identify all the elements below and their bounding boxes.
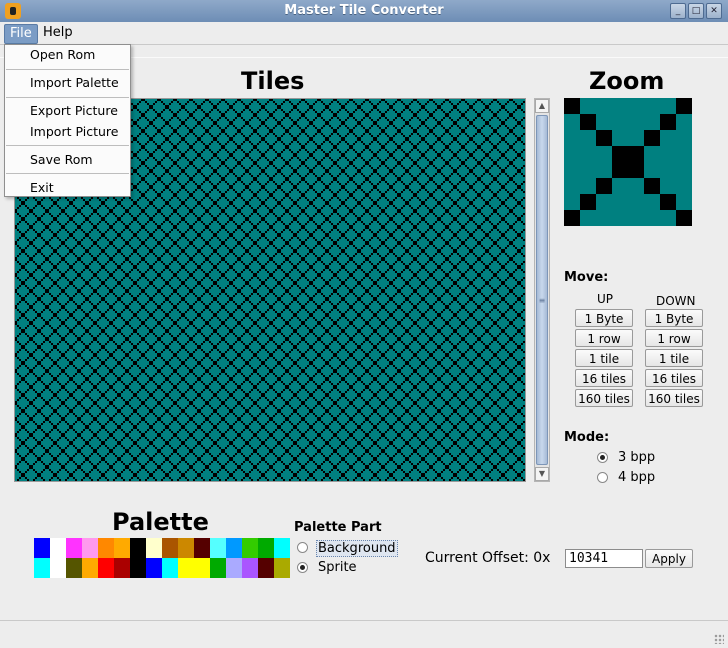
scroll-up-arrow-icon[interactable]: ▲ bbox=[535, 99, 549, 113]
move-up-button-4[interactable]: 160 tiles bbox=[575, 389, 633, 407]
menu-item-save-rom[interactable]: Save Rom bbox=[6, 150, 129, 170]
palette-swatch[interactable] bbox=[210, 538, 226, 558]
palette-swatch[interactable] bbox=[50, 558, 66, 578]
zoom-canvas bbox=[564, 98, 692, 226]
mode-3bpp-radio[interactable] bbox=[597, 452, 608, 463]
apply-button[interactable]: Apply bbox=[645, 549, 693, 568]
palette-swatch[interactable] bbox=[82, 558, 98, 578]
menu-separator bbox=[6, 173, 129, 174]
grip-icon: ≡ bbox=[538, 296, 546, 305]
tiles-heading: Tiles bbox=[241, 67, 305, 95]
palette-swatch[interactable] bbox=[82, 538, 98, 558]
palette-swatch[interactable] bbox=[178, 538, 194, 558]
menu-file[interactable]: File bbox=[4, 24, 38, 44]
menu-item-open-rom[interactable]: Open Rom bbox=[6, 45, 129, 65]
move-down-button-0[interactable]: 1 Byte bbox=[645, 309, 703, 327]
menu-separator bbox=[6, 145, 129, 146]
palette-swatch[interactable] bbox=[34, 558, 50, 578]
title-bar: Master Tile Converter _ □ ✕ bbox=[0, 0, 728, 23]
tiles-scrollbar[interactable]: ▲ ≡ ▼ bbox=[534, 98, 550, 482]
menu-item-import-palette[interactable]: Import Palette bbox=[6, 73, 129, 93]
palette-swatch[interactable] bbox=[162, 538, 178, 558]
menu-separator bbox=[6, 97, 129, 98]
menu-help[interactable]: Help bbox=[38, 24, 78, 42]
palette-swatch[interactable] bbox=[98, 538, 114, 558]
zoomed-tile bbox=[564, 98, 692, 226]
palette-swatch[interactable] bbox=[242, 558, 258, 578]
sprite-radio[interactable] bbox=[297, 562, 308, 573]
move-down-button-2[interactable]: 1 tile bbox=[645, 349, 703, 367]
palette-swatch[interactable] bbox=[226, 538, 242, 558]
palette-swatch[interactable] bbox=[146, 558, 162, 578]
status-bar bbox=[0, 620, 728, 648]
sprite-label: Sprite bbox=[318, 560, 357, 575]
scroll-down-arrow-icon[interactable]: ▼ bbox=[535, 467, 549, 481]
palette-swatch[interactable] bbox=[258, 538, 274, 558]
move-up-button-1[interactable]: 1 row bbox=[575, 329, 633, 347]
palette-part-label: Palette Part bbox=[294, 520, 382, 535]
menu-item-import-picture[interactable]: Import Picture bbox=[6, 122, 129, 142]
palette-swatch[interactable] bbox=[114, 558, 130, 578]
mode-4bpp-radio[interactable] bbox=[597, 472, 608, 483]
maximize-button[interactable]: □ bbox=[688, 3, 704, 19]
palette-swatch[interactable] bbox=[114, 538, 130, 558]
menu-item-exit[interactable]: Exit bbox=[6, 178, 129, 198]
down-label: DOWN bbox=[656, 294, 696, 308]
move-down-button-4[interactable]: 160 tiles bbox=[645, 389, 703, 407]
offset-input[interactable]: 10341 bbox=[565, 549, 643, 568]
palette-heading: Palette bbox=[112, 508, 209, 536]
close-button[interactable]: ✕ bbox=[706, 3, 722, 19]
palette-swatch[interactable] bbox=[194, 538, 210, 558]
palette-swatch[interactable] bbox=[258, 558, 274, 578]
move-down-button-3[interactable]: 16 tiles bbox=[645, 369, 703, 387]
file-menu-dropdown: Open Rom Import Palette Export Picture I… bbox=[4, 44, 131, 197]
palette-swatch[interactable] bbox=[178, 558, 194, 578]
palette-swatch[interactable] bbox=[50, 538, 66, 558]
resize-grip-icon[interactable] bbox=[714, 634, 724, 644]
palette-swatch[interactable] bbox=[242, 538, 258, 558]
move-up-button-3[interactable]: 16 tiles bbox=[575, 369, 633, 387]
menubar: File Help bbox=[0, 22, 728, 44]
menu-item-export-picture[interactable]: Export Picture bbox=[6, 101, 129, 121]
move-down-button-1[interactable]: 1 row bbox=[645, 329, 703, 347]
palette-swatch[interactable] bbox=[130, 538, 146, 558]
zoom-heading: Zoom bbox=[589, 67, 665, 95]
palette-swatch[interactable] bbox=[210, 558, 226, 578]
palette-swatch[interactable] bbox=[146, 538, 162, 558]
background-label: Background bbox=[316, 540, 398, 557]
palette-swatch[interactable] bbox=[98, 558, 114, 578]
background-radio[interactable] bbox=[297, 542, 308, 553]
offset-label: Current Offset: 0x bbox=[425, 550, 551, 566]
palette-swatch[interactable] bbox=[66, 558, 82, 578]
mode-label: Mode: bbox=[564, 430, 610, 445]
palette-swatch[interactable] bbox=[274, 558, 290, 578]
scroll-thumb[interactable]: ≡ bbox=[536, 115, 548, 465]
palette-swatch[interactable] bbox=[274, 538, 290, 558]
palette-swatch[interactable] bbox=[130, 558, 146, 578]
minimize-button[interactable]: _ bbox=[670, 3, 686, 19]
palette-grid bbox=[34, 538, 290, 578]
palette-swatch[interactable] bbox=[34, 538, 50, 558]
move-up-button-2[interactable]: 1 tile bbox=[575, 349, 633, 367]
palette-swatch[interactable] bbox=[162, 558, 178, 578]
mode-4bpp-label: 4 bpp bbox=[618, 470, 656, 485]
palette-swatch[interactable] bbox=[226, 558, 242, 578]
move-label: Move: bbox=[564, 270, 609, 285]
up-label: UP bbox=[597, 292, 614, 306]
move-up-button-0[interactable]: 1 Byte bbox=[575, 309, 633, 327]
palette-swatch[interactable] bbox=[66, 538, 82, 558]
mode-3bpp-label: 3 bpp bbox=[618, 450, 656, 465]
menu-separator bbox=[6, 69, 129, 70]
palette-swatch[interactable] bbox=[194, 558, 210, 578]
window-title: Master Tile Converter bbox=[284, 3, 444, 18]
